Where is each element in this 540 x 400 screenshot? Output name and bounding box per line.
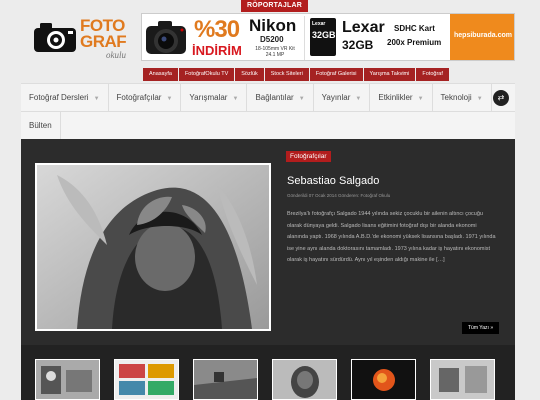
subnav-item[interactable]: Fotoğraf: [416, 68, 449, 81]
banner-spec: 18-105mm VR Kit 24.1 MP: [250, 46, 300, 58]
logo-text-okulu: okulu: [106, 50, 126, 60]
thumbnail[interactable]: [35, 359, 100, 400]
dslr-camera-image: [146, 21, 186, 54]
thumbnail[interactable]: [114, 359, 179, 400]
nav-item-fotograf-dersleri[interactable]: Fotoğraf Dersleri ▼: [21, 84, 109, 111]
site-logo[interactable]: FOTO GRAF okulu: [30, 14, 138, 64]
thumbnail-image: [352, 360, 415, 399]
banner-divider: [304, 16, 305, 60]
featured-title[interactable]: Sebastiao Salgado: [287, 175, 379, 187]
chevron-down-icon: ▼: [298, 96, 305, 102]
chevron-down-icon: ▼: [93, 96, 100, 102]
subnav-item[interactable]: Yarışma Takvimi: [363, 68, 416, 81]
nav-item-bulten[interactable]: Bülten: [21, 112, 61, 140]
main-nav-row-2: Bülten: [21, 112, 515, 140]
shuffle-icon[interactable]: ⇄: [493, 90, 509, 106]
read-more-button[interactable]: Tüm Yazı »: [462, 322, 500, 334]
banner-capacity: 32GB: [342, 38, 374, 52]
logo-text-foto: FOTO: [80, 16, 125, 35]
sd-card-image: Lexar 32GB: [310, 18, 336, 56]
nav-label: Etkinlikler: [378, 93, 413, 102]
store-name: hepsiburada.com: [454, 32, 512, 39]
subnav-item[interactable]: FotoğrafOkulu TV: [178, 68, 235, 81]
logo-text-graf: GRAF: [80, 32, 127, 51]
thumbnail-strip: [21, 345, 515, 400]
secondary-nav: Anasayfa FotoğrafOkulu TV Sözlük Stock S…: [143, 68, 507, 81]
banner-model: D5200: [260, 35, 284, 44]
top-tag-roportajlar[interactable]: RÖPORTAJLAR: [241, 0, 308, 12]
nav-label: Yayınlar: [321, 93, 351, 102]
featured-post: Fotoğrafçılar Sebastiao Salgado Gönderil…: [21, 139, 515, 345]
chevron-down-icon: ▼: [232, 96, 239, 102]
main-nav-row: Fotoğraf Dersleri ▼ Fotoğrafçılar ▼ Yarışm…: [21, 84, 515, 112]
thumbnail[interactable]: [430, 359, 495, 400]
nav-item-yarismalar[interactable]: Yarışmalar ▼: [181, 84, 248, 111]
chevron-down-icon: ▼: [166, 96, 173, 102]
banner-nikon: Nikon: [249, 16, 297, 35]
banner-percent: %30: [194, 16, 240, 43]
thumbnail-image: [115, 360, 178, 399]
category-badge[interactable]: Fotoğrafçılar: [286, 151, 331, 162]
subnav-item[interactable]: Sözlük: [235, 68, 264, 81]
chevron-down-icon: ▼: [476, 96, 483, 102]
banner-speed: 200x Premium: [387, 38, 442, 47]
chevron-down-icon: ▼: [355, 96, 362, 102]
nav-item-yayinlar[interactable]: Yayınlar ▼: [314, 84, 371, 111]
sd-card-brand: Lexar: [312, 21, 326, 27]
subnav-item[interactable]: Anasayfa: [143, 68, 178, 81]
main-nav: Fotoğraf Dersleri ▼ Fotoğrafçılar ▼ Yarışm…: [21, 83, 515, 140]
store-logo: hepsiburada.com: [450, 14, 514, 60]
banner-lexar: Lexar: [342, 19, 385, 36]
thumbnail-image: [273, 360, 336, 399]
thumbnail[interactable]: [351, 359, 416, 400]
ad-banner[interactable]: %30 İNDİRİM Nikon D5200 18-105mm VR Kit …: [141, 13, 515, 61]
thumbnail[interactable]: [272, 359, 337, 400]
chevron-down-icon: ▼: [417, 96, 424, 102]
nav-label: Bağlantılar: [255, 93, 294, 102]
nav-label: Teknoloji: [440, 93, 472, 102]
nav-item-baglantilar[interactable]: Bağlantılar ▼: [247, 84, 314, 111]
featured-photo: [37, 165, 269, 329]
featured-image[interactable]: [35, 163, 271, 331]
thumbnail-image: [36, 360, 99, 399]
featured-excerpt: Brezilya’lı fotoğrafçı Salgado 1944 yılı…: [287, 211, 496, 263]
nav-item-teknoloji[interactable]: Teknoloji ▼: [433, 84, 492, 111]
nav-item-fotografcilar[interactable]: Fotoğrafçılar ▼: [109, 84, 182, 111]
nav-item-etkinlikler[interactable]: Etkinlikler ▼: [370, 84, 433, 111]
subnav-item[interactable]: Fotoğraf Galerisi: [309, 68, 363, 81]
thumbnail[interactable]: [193, 359, 258, 400]
sd-card-capacity: 32GB: [312, 30, 336, 40]
featured-meta: Gönderildi 07 Ocak 2014 Gönderen: Fotoğr…: [287, 193, 391, 198]
nav-label: Yarışmalar: [189, 93, 228, 102]
camera-logo-icon: [34, 23, 76, 52]
thumbnail-image: [431, 360, 494, 399]
banner-discount: İNDİRİM: [192, 43, 242, 58]
nav-label: Fotoğrafçılar: [116, 93, 162, 102]
nav-label: Fotoğraf Dersleri: [29, 93, 89, 102]
banner-spec-mp: 24.1 MP: [265, 52, 285, 58]
thumbnail-image: [194, 360, 257, 399]
subnav-item[interactable]: Stock Siteleri: [264, 68, 309, 81]
nav-label: Bülten: [29, 121, 52, 130]
banner-sdhc: SDHC Kart: [394, 24, 435, 33]
